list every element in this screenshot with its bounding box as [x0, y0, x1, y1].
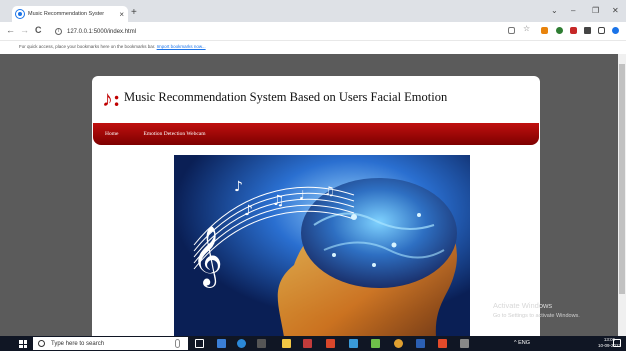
page-title: Music Recommendation System Based on Use… — [124, 90, 448, 104]
app-icon-5[interactable] — [371, 339, 380, 348]
taskbar-search[interactable]: Type here to search — [33, 337, 188, 350]
microphone-icon[interactable] — [175, 339, 180, 348]
app-icon-7[interactable] — [460, 339, 469, 348]
task-view-icon[interactable] — [195, 339, 204, 348]
activate-title: Activate Windows — [493, 301, 553, 310]
new-tab-button[interactable]: + — [131, 7, 137, 18]
files-icon[interactable] — [217, 339, 226, 348]
activate-windows-watermark: Activate Windows Go to Settings to activ… — [493, 300, 580, 322]
hero-image: 𝄞 ♪ ♫ ♩ ♪ ♫ — [174, 155, 470, 336]
chrome-icon[interactable] — [394, 339, 403, 348]
tab-title: Music Recommendation Syster — [28, 11, 105, 17]
site-container: ♪: Music Recommendation System Based on … — [92, 76, 540, 336]
extensions-puzzle-icon[interactable] — [584, 27, 591, 34]
extension-red-icon[interactable] — [570, 27, 577, 34]
bookmarks-hint: For quick access, place your bookmarks h… — [19, 44, 156, 49]
notification-icon[interactable] — [613, 339, 621, 347]
word-icon[interactable] — [416, 339, 425, 348]
svg-text:♪: ♪ — [234, 179, 243, 195]
extension-shield-icon[interactable] — [556, 27, 563, 34]
main-menu: Home Emotion Detection Webcam — [93, 123, 539, 145]
page-viewport: ♪: Music Recommendation System Based on … — [0, 54, 626, 336]
chrome-favicon-icon — [16, 10, 24, 18]
app-icon-2[interactable] — [303, 339, 312, 348]
search-icon — [38, 340, 45, 347]
side-panel-icon[interactable] — [598, 27, 605, 34]
windows-taskbar: Type here to search ^ ENG 13:06 10-09-20… — [0, 336, 626, 351]
forward-button[interactable]: → — [20, 25, 29, 35]
explorer-icon[interactable] — [282, 339, 291, 348]
menu-item-home[interactable]: Home — [105, 131, 118, 137]
svg-text:♫: ♫ — [324, 184, 335, 198]
tab-search-icon[interactable]: ⌄ — [551, 6, 558, 15]
url-text: 127.0.0.1:5000/index.html — [67, 28, 137, 35]
address-bar[interactable]: i 127.0.0.1:5000/index.html — [55, 25, 505, 38]
extension-fox-icon[interactable] — [541, 27, 548, 34]
brain-music-illustration: 𝄞 ♪ ♫ ♩ ♪ ♫ — [174, 155, 470, 336]
system-tray[interactable]: ^ ENG — [514, 340, 530, 346]
svg-text:♩: ♩ — [299, 188, 305, 202]
page-scrollbar[interactable] — [618, 54, 626, 336]
app-icon-6[interactable] — [438, 339, 447, 348]
svg-text:♫: ♫ — [272, 193, 285, 209]
treble-clef-icon: 𝄞 — [192, 226, 223, 288]
edge-icon[interactable] — [237, 339, 246, 348]
tab-close-icon[interactable]: × — [119, 10, 124, 19]
back-button[interactable]: ← — [6, 25, 15, 35]
svg-text:♪: ♪ — [244, 203, 253, 219]
bookmarks-bar: For quick access, place your bookmarks h… — [0, 41, 626, 54]
share-icon[interactable] — [508, 27, 515, 34]
import-bookmarks-link[interactable]: Import bookmarks now... — [157, 44, 206, 49]
profile-avatar[interactable] — [612, 27, 619, 34]
bookmark-star-icon[interactable]: ☆ — [523, 24, 530, 33]
browser-tab[interactable]: Music Recommendation Syster × — [12, 6, 128, 22]
app-icon-3[interactable] — [326, 339, 335, 348]
close-window-button[interactable]: ✕ — [612, 6, 619, 15]
app-icon-1[interactable] — [257, 339, 266, 348]
activate-subtitle: Go to Settings to activate Windows. — [493, 313, 580, 319]
restore-button[interactable]: ❐ — [592, 6, 599, 15]
menu-item-emotion-detection[interactable]: Emotion Detection Webcam — [143, 131, 205, 137]
minimize-button[interactable]: – — [571, 6, 575, 15]
windows-start-icon[interactable] — [19, 340, 27, 348]
browser-toolbar: ← → C i 127.0.0.1:5000/index.html ☆ — [0, 22, 626, 41]
app-icon-4[interactable] — [349, 339, 358, 348]
browser-tabstrip: Music Recommendation Syster × + ⌄ – ❐ ✕ — [0, 0, 626, 22]
scrollbar-thumb[interactable] — [619, 64, 625, 294]
music-note-logo-icon: ♪: — [102, 86, 121, 111]
reload-button[interactable]: C — [35, 25, 42, 35]
taskbar-search-placeholder: Type here to search — [51, 340, 105, 347]
site-info-icon[interactable]: i — [55, 28, 62, 35]
